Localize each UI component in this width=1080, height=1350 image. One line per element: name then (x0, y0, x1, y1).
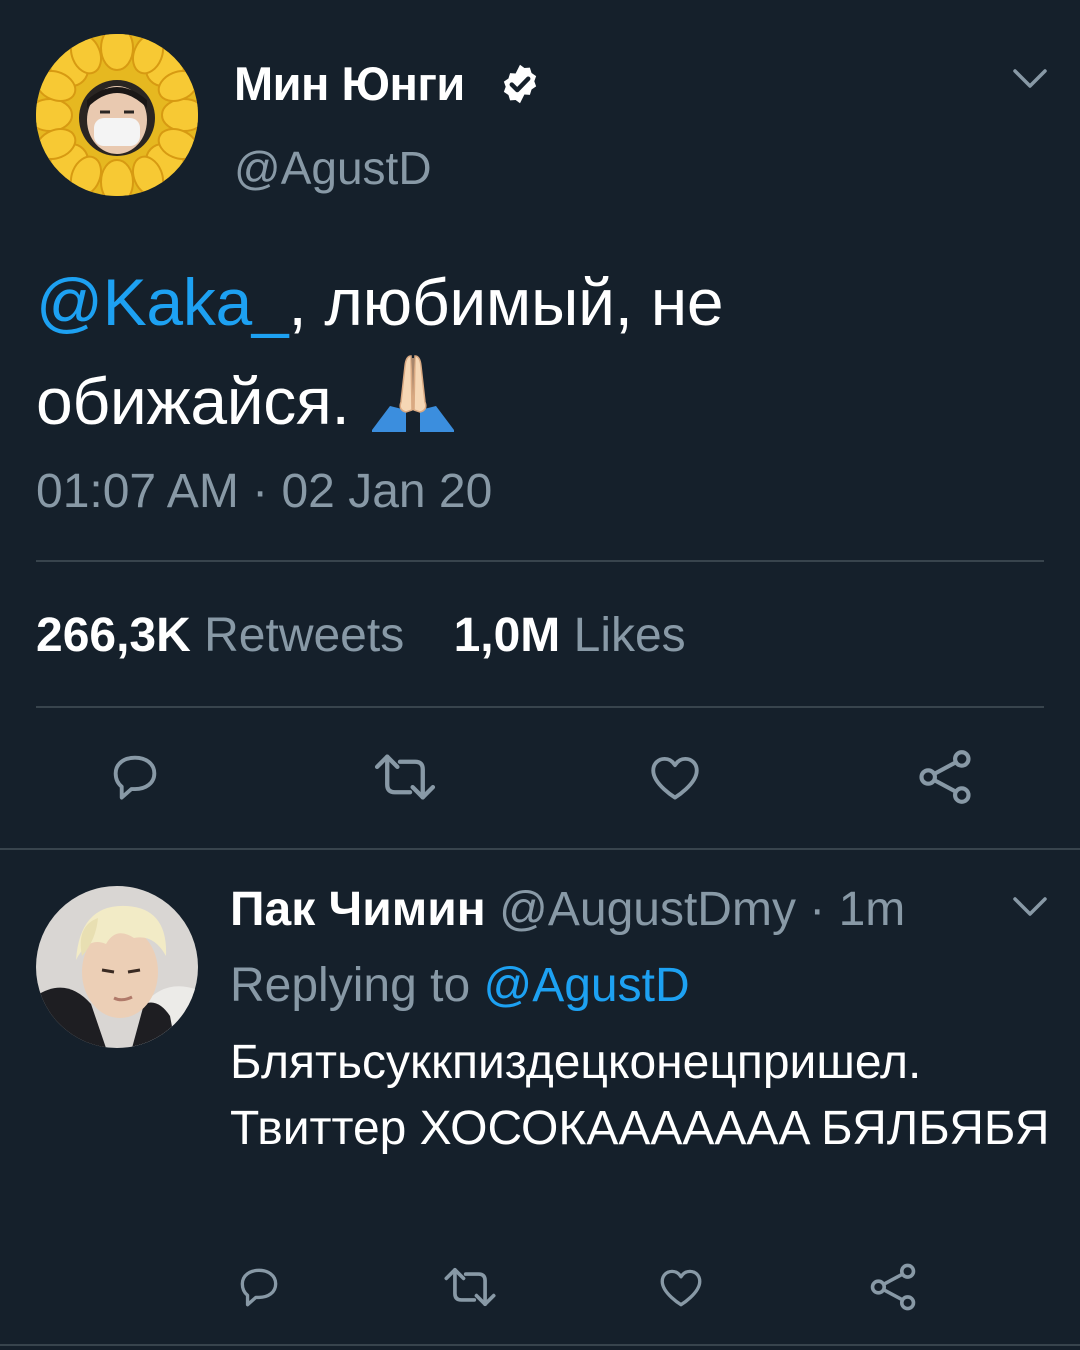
tweet-timestamp[interactable]: 01:07 AM · 02 Jan 20 (36, 464, 492, 519)
mention-link[interactable]: @Kaka_ (36, 265, 289, 339)
tweet-text: @Kaka_, любимый, не обижайся. (36, 254, 1046, 449)
reply-author-avatar[interactable] (36, 886, 198, 1048)
chevron-down-icon[interactable] (1012, 896, 1048, 918)
main-tweet: Мин Юнги @AgustD @Kaka_, любимый, не оби… (0, 0, 1080, 848)
divider (36, 706, 1044, 708)
avatar-image (36, 34, 198, 196)
author-name[interactable]: Мин Юнги (234, 56, 465, 111)
bottom-divider (0, 1344, 1080, 1346)
like-icon[interactable] (656, 1262, 706, 1312)
reply-author-name[interactable]: Пак Чимин (230, 883, 486, 936)
folded-hands-emoji (371, 355, 454, 432)
replying-to-mention[interactable]: @AgustD (483, 959, 689, 1012)
replying-to-line: Replying to @AgustD (230, 958, 690, 1013)
author-avatar[interactable] (36, 34, 198, 196)
retweets-label[interactable]: Retweets (204, 609, 404, 662)
share-icon[interactable] (866, 1260, 920, 1314)
tweet-stats: 266,3K Retweets 1,0M Likes (36, 608, 686, 663)
retweet-icon[interactable] (442, 1262, 498, 1312)
reply-text: Блятьсуккпиздецконецпришел. Твиттер ХОСО… (230, 1036, 1050, 1155)
likes-label[interactable]: Likes (574, 609, 686, 662)
retweet-icon[interactable] (372, 748, 438, 806)
retweets-count[interactable]: 266,3K (36, 609, 191, 662)
replying-to-prefix: Replying to (230, 959, 471, 1012)
reply-handle-time[interactable]: @AugustDmy · 1m (499, 883, 905, 936)
share-icon[interactable] (914, 746, 976, 808)
reply-header: Пак Чимин @AugustDmy · 1m (230, 882, 905, 937)
avatar-image (36, 886, 198, 1048)
section-divider (0, 848, 1080, 850)
like-icon[interactable] (646, 748, 704, 806)
divider (36, 560, 1044, 562)
reply-icon[interactable] (106, 748, 164, 806)
reply-icon[interactable] (234, 1262, 284, 1312)
author-handle[interactable]: @AgustD (234, 141, 432, 195)
likes-count[interactable]: 1,0M (454, 609, 561, 662)
chevron-down-icon[interactable] (1012, 68, 1048, 90)
verified-badge-icon (503, 64, 537, 104)
